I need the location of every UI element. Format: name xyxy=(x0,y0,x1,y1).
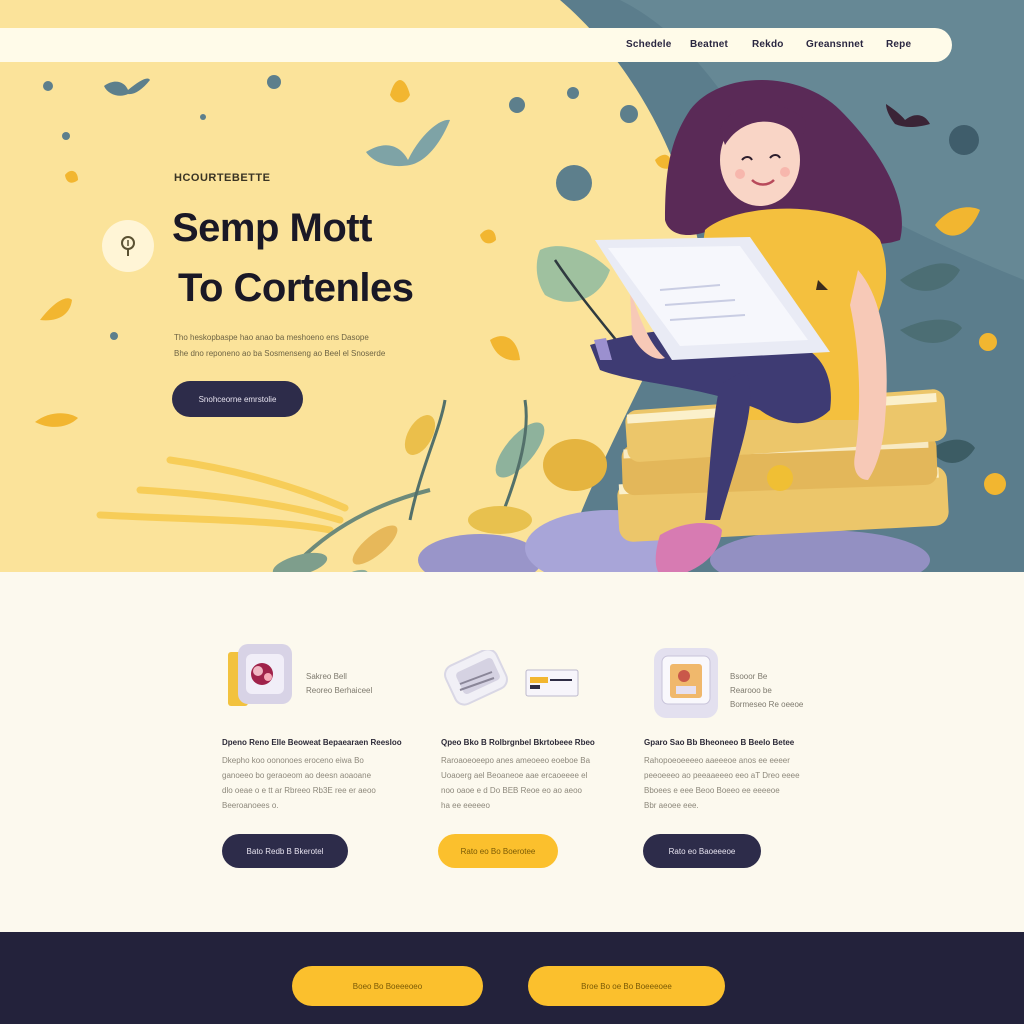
feature-3-meta-line2: Rearooo be xyxy=(730,686,772,695)
feature-1-body-line: Dkepho koo oononoes eroceno eiwa Bo xyxy=(222,756,364,765)
feature-2-body-line: noo oaoe e d Do BEB Reoe eo ao aeoo xyxy=(441,786,582,795)
location-pin-button[interactable] xyxy=(102,220,154,272)
features-section: Sakreo Bell Reoreo Berhaiceel Dpeno Reno… xyxy=(0,572,1024,932)
footer-button-1[interactable]: Boeo Bo Boeeeoeo xyxy=(292,966,483,1006)
feature-3-meta-line1: Bsooor Be xyxy=(730,672,768,681)
feature-3-body-line: Rahopoeoeeeeo aaeeeoe anos ee eeeer xyxy=(644,756,790,765)
hero-background xyxy=(560,0,1024,572)
footer-bar: Boeo Bo Boeeeoeo Broe Bo oe Bo Boeeeoee xyxy=(0,932,1024,1024)
hero-title-line2: To Cortenles xyxy=(178,266,414,310)
feature-1-button[interactable]: Bato Redb B Bkerotel xyxy=(222,834,348,868)
feature-2-heading: Qpeo Bko B Rolbrgnbel Bkrtobeee Rbeo xyxy=(441,738,595,747)
nav-item-repe[interactable]: Repe xyxy=(886,39,911,50)
feature-3-meta-line3: Bormeseo Re oeeoe xyxy=(730,700,804,709)
feature-3-body-line: Bbr aeoee eee. xyxy=(644,801,699,810)
feature-3-body-line: peeoeeeo ao peeaaeeeo eeo aT Dreo eeee xyxy=(644,771,800,780)
document-stack-icon xyxy=(444,648,579,706)
feature-2-body: Raroaoeoeepo anes ameoeeo eoeboe Ba Uoao… xyxy=(441,753,611,813)
hero-title-line1: Semp Mott xyxy=(172,206,372,250)
feature-1-meta-line1: Sakreo Bell xyxy=(306,672,347,681)
feature-1-body-line: dlo oeae o e tt ar Rbreeo Rb3E ree er ae… xyxy=(222,786,376,795)
feature-1-heading: Dpeno Reno Elle Beoweat Bepaearaen Reesl… xyxy=(222,738,402,747)
feature-1-meta-line2: Reoreo Berhaiceel xyxy=(306,686,373,695)
feature-3-body: Rahopoeoeeeeo aaeeeoe anos ee eeeer peeo… xyxy=(644,753,824,813)
feature-2-button[interactable]: Rato eo Bo Boerotee xyxy=(438,834,558,868)
top-navbar: Schedele Beatnet Rekdo Greansnnet Repe xyxy=(0,28,952,62)
nav-item-schedele[interactable]: Schedele xyxy=(626,39,672,50)
feature-3-body-line: Bboees e eee Beoo Boeeo ee eeeeoe xyxy=(644,786,780,795)
tablet-image-icon xyxy=(654,648,718,718)
nav-item-rekdo[interactable]: Rekdo xyxy=(752,39,784,50)
feature-2-body-line: Uoaoerg ael Beoaneoe aae ercaoeeee el xyxy=(441,771,588,780)
feature-2-icon-wrap xyxy=(442,648,582,715)
hero-section: Schedele Beatnet Rekdo Greansnnet Repe H… xyxy=(0,0,1024,572)
hero-cta-button[interactable]: Snohceorne emrstolie xyxy=(172,381,303,417)
feature-3-heading: Gparo Sao Bb Bheoneeo B Beelo Betee xyxy=(644,738,795,747)
feature-1-body-line: Beeroanoees o. xyxy=(222,801,279,810)
feature-1-body: Dkepho koo oononoes eroceno eiwa Bo gano… xyxy=(222,753,412,813)
location-pin-icon xyxy=(121,236,135,256)
nav-item-beatnet[interactable]: Beatnet xyxy=(690,39,728,50)
photo-frame-icon xyxy=(228,644,292,706)
feature-1-icon-wrap xyxy=(228,644,294,723)
feature-3-icon-wrap xyxy=(654,648,720,725)
hero-text-line1: Tho heskopbaspe hao anao ba meshoeno ens… xyxy=(174,333,369,342)
feature-1-body-line: ganoeeo bo geraoeom ao deesn aoaoane xyxy=(222,771,372,780)
feature-2-body-line: Raroaoeoeepo anes ameoeeo eoeboe Ba xyxy=(441,756,591,765)
feature-2-body-line: ha ee eeeeeo xyxy=(441,801,490,810)
hero-eyebrow: HCOURTEBETTE xyxy=(174,172,271,184)
nav-item-greansnnet[interactable]: Greansnnet xyxy=(806,39,864,50)
footer-button-2[interactable]: Broe Bo oe Bo Boeeeoee xyxy=(528,966,725,1006)
hero-text-line2: Bhe dno reponeno ao ba Sosmenseng ao Bee… xyxy=(174,349,386,358)
feature-3-button[interactable]: Rato eo Baoeeeoe xyxy=(643,834,761,868)
